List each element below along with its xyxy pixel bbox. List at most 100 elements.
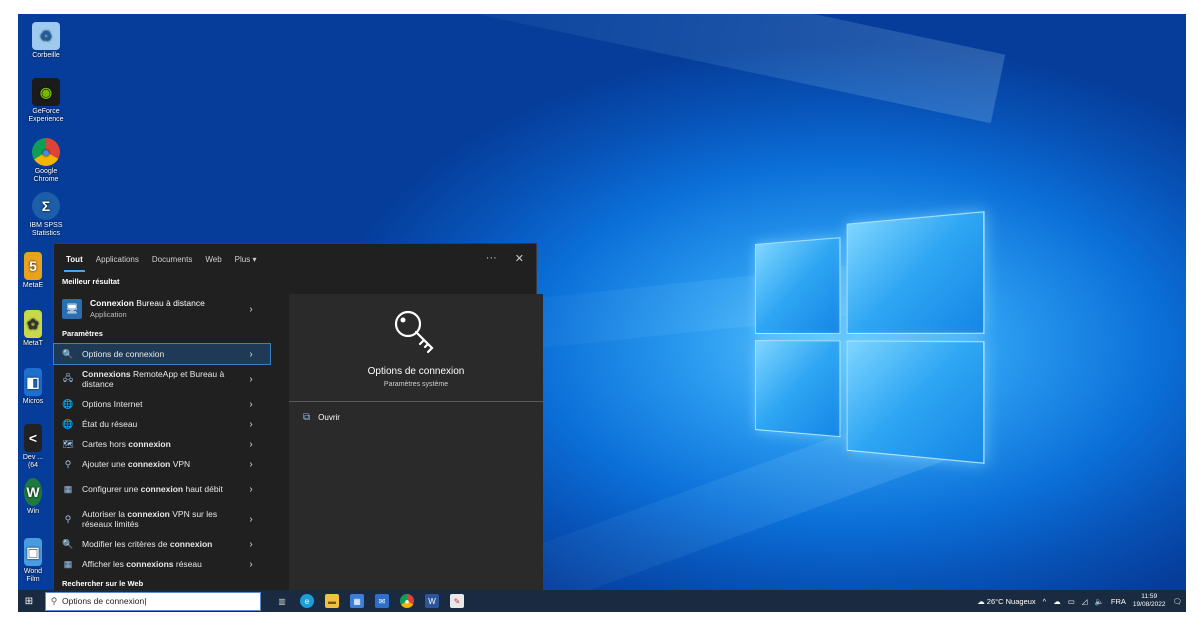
weather-widget[interactable]: ☁ 26°C Nuageux (977, 597, 1035, 606)
chevron-right-icon[interactable]: › (240, 374, 262, 385)
result-label-bold: connexion (127, 509, 170, 519)
network-icon[interactable]: ▭ (1068, 597, 1075, 606)
tab-plus-label: Plus (234, 254, 251, 264)
start-button[interactable]: ⊞ (18, 590, 40, 612)
desktop-icon-recycle-bin[interactable]: ♻ Corbeille (22, 22, 70, 60)
desktop-icon-microsoft[interactable]: ◧ Micros (22, 368, 44, 406)
paint-icon[interactable]: ✎ (450, 594, 464, 608)
chevron-down-icon: ▾ (252, 254, 257, 264)
edge-icon[interactable]: e (300, 594, 314, 608)
notification-icon[interactable]: 🗨 (1172, 597, 1182, 606)
tab-documents[interactable]: Documents (152, 251, 192, 268)
mail-icon[interactable]: ✉ (375, 594, 389, 608)
settings-header: Paramètres (62, 329, 103, 338)
desktop-icon-dev[interactable]: < Dev ... (64 (22, 424, 44, 470)
best-match-text: Connexion Bureau à distance Application (90, 298, 240, 320)
chevron-right-icon[interactable]: › (240, 304, 262, 315)
result-label-pre: Cartes hors (82, 439, 129, 449)
tab-applications[interactable]: Applications (96, 251, 139, 268)
open-icon: ⧉ (303, 412, 311, 423)
result-label: Options Internet (82, 399, 143, 409)
task-view-icon[interactable]: ▥ (275, 594, 289, 608)
result-item[interactable]: 🌐 État du réseau › (54, 414, 270, 434)
network-status-icon: 🌐 (62, 418, 74, 429)
result-item[interactable]: 🌐 Options Internet › (54, 394, 270, 414)
result-item[interactable]: 🖧 Connexions RemoteApp et Bureau à dista… (54, 364, 270, 394)
result-item[interactable]: 🗺 Cartes hors connexion › (54, 434, 270, 454)
chevron-right-icon[interactable]: › (240, 559, 262, 570)
desktop-icon-geforce[interactable]: ◉ GeForce Experience (22, 78, 70, 124)
taskbar-search-box[interactable]: ⚲ Options de connexion | (45, 591, 261, 611)
open-action[interactable]: ⧉ Ouvrir (289, 402, 543, 433)
best-match-title-bold: Connexion (90, 298, 134, 308)
filmora-icon: ▣ (24, 538, 42, 566)
taskbar-apps: ▥ e ▬ ▦ ✉ ● W ✎ (275, 594, 464, 608)
tab-web[interactable]: Web (205, 251, 221, 268)
offline-maps-icon: 🗺 (62, 438, 74, 449)
result-item[interactable]: ⚲ Ajouter une connexion VPN › (54, 454, 270, 474)
clock-date: 19/08/2022 (1132, 601, 1166, 608)
language-indicator[interactable]: FRA (1111, 597, 1126, 606)
onedrive-icon[interactable]: ☁ (1053, 597, 1061, 606)
text-cursor: | (144, 596, 147, 606)
remote-desktop-icon: 🖥 (62, 299, 82, 319)
chevron-right-icon[interactable]: › (240, 514, 262, 525)
desktop-icon-spss[interactable]: Σ IBM SPSS Statistics (22, 192, 70, 238)
result-label-text: haut débit (183, 484, 223, 494)
geforce-icon: ◉ (32, 78, 60, 106)
wifi-icon[interactable]: ◿ (1082, 597, 1088, 606)
desktop-icon-metat[interactable]: ✿ MetaT (22, 310, 44, 348)
chevron-right-icon[interactable]: › (240, 399, 262, 410)
search-tabs: Tout Applications Documents Web Plus ▾ ·… (54, 244, 536, 274)
desktop-icon-win[interactable]: W Win (22, 478, 44, 516)
store-icon[interactable]: ▦ (350, 594, 364, 608)
win-icon: W (24, 478, 42, 506)
result-label-pre: Afficher les (82, 559, 127, 569)
file-explorer-icon[interactable]: ▬ (325, 594, 339, 608)
broadband-icon: ▦ (63, 483, 73, 494)
more-options-icon[interactable]: ··· (486, 252, 497, 265)
vpn-icon: ⚲ (64, 458, 72, 469)
preview-pane: Options de connexion Paramètres système … (289, 294, 543, 606)
close-icon[interactable]: ✕ (515, 252, 524, 265)
panel-tools: ··· ✕ (486, 252, 524, 265)
dev-icon: < (24, 424, 42, 452)
chrome-icon[interactable]: ● (400, 594, 414, 608)
result-item[interactable]: 🔍 Options de connexion › (53, 343, 271, 365)
preview-title: Options de connexion (367, 366, 465, 377)
best-match-item[interactable]: 🖥 Connexion Bureau à distance Applicatio… (54, 292, 270, 326)
result-item[interactable]: ▦ Afficher les connexions réseau › (54, 554, 270, 574)
chevron-right-icon[interactable]: › (240, 459, 262, 470)
search-input[interactable]: Options de connexion (62, 596, 144, 606)
chevron-right-icon[interactable]: › (240, 484, 262, 495)
chevron-right-icon[interactable]: › (240, 349, 262, 360)
result-label-bold: connexions (126, 559, 174, 569)
desktop-icon-filmora[interactable]: ▣ Wond Film (22, 538, 44, 584)
chevron-up-icon[interactable]: ^ (1043, 597, 1047, 606)
result-label: Ajouter une connexion VPN (82, 459, 240, 469)
result-item[interactable]: 🔍 Modifier les critères de connexion › (54, 534, 270, 554)
word-icon[interactable]: W (425, 594, 439, 608)
result-label-bold: connexion (127, 459, 171, 469)
chevron-right-icon[interactable]: › (240, 439, 262, 450)
search-icon: 🔍 (62, 538, 74, 549)
vpn-icon: ⚲ (64, 513, 72, 524)
chrome-icon: ● (32, 138, 60, 166)
clock[interactable]: 11:59 19/08/2022 (1133, 593, 1166, 609)
result-label: Options de connexion (82, 349, 240, 359)
desktop-icon-meta[interactable]: 5 MetaE (22, 252, 44, 290)
recycle-bin-icon: ♻ (32, 22, 60, 50)
results-list: Meilleur résultat 🖥 Connexion Bureau à d… (53, 274, 271, 606)
tab-tout[interactable]: Tout (64, 251, 85, 272)
result-label: Afficher les connexions réseau (82, 559, 240, 569)
chevron-right-icon[interactable]: › (240, 539, 262, 550)
result-item[interactable]: ⚲ Autoriser la connexion VPN sur les rés… (54, 504, 270, 534)
desktop-icon-chrome[interactable]: ● Google Chrome (22, 138, 70, 184)
metat-icon: ✿ (24, 310, 42, 338)
volume-icon[interactable]: 🔈 (1095, 597, 1104, 606)
result-label-text: VPN (170, 459, 191, 469)
result-item[interactable]: ▦ Configurer une connexion haut débit › (54, 474, 270, 504)
tab-plus[interactable]: Plus ▾ (235, 251, 257, 268)
chevron-right-icon[interactable]: › (240, 419, 262, 430)
windows-icon: ⊞ (24, 595, 34, 607)
